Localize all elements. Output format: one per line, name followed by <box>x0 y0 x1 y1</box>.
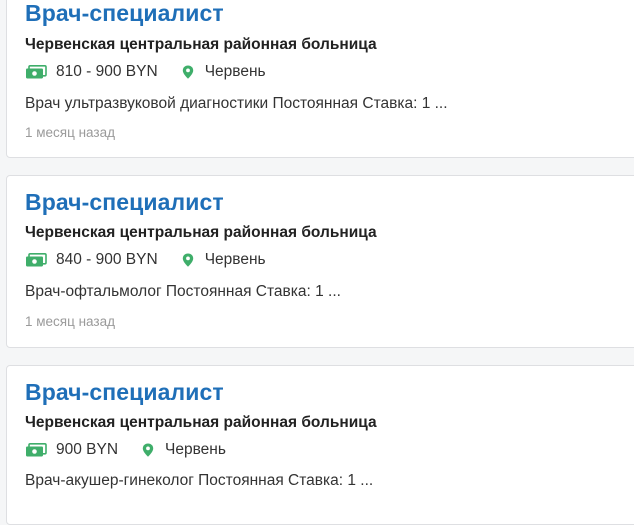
money-icon <box>26 65 47 79</box>
job-card[interactable]: Врач-специалист Червенская центральная р… <box>6 365 634 525</box>
job-meta: 900 BYN Червень <box>25 441 226 459</box>
job-title-link[interactable]: Врач-специалист <box>25 189 224 216</box>
job-card[interactable]: Врач-специалист Червенская центральная р… <box>6 175 634 348</box>
map-pin-icon <box>142 443 154 457</box>
salary: 810 - 900 BYN <box>56 63 158 80</box>
money-icon <box>26 443 47 457</box>
location: Червень <box>204 63 266 80</box>
company-name: Червенская центральная районная больница <box>25 224 377 241</box>
job-meta: 840 - 900 BYN Червень <box>25 251 266 269</box>
posted-time: 1 месяц назад <box>25 314 115 329</box>
map-pin-icon <box>182 253 193 267</box>
location: Червень <box>204 251 266 268</box>
job-card[interactable]: Врач-специалист Червенская центральная р… <box>6 0 634 158</box>
job-meta: 810 - 900 BYN Червень <box>25 63 266 81</box>
map-pin-icon <box>182 65 193 79</box>
company-name: Червенская центральная районная больница <box>25 414 377 431</box>
salary: 900 BYN <box>56 441 119 458</box>
job-description: Врач-акушер-гинеколог Постоянная Ставка:… <box>25 472 374 489</box>
company-name: Червенская центральная районная больница <box>25 36 377 53</box>
job-description: Врач ультразвуковой диагностики Постоянн… <box>25 95 448 112</box>
posted-time: 1 месяц назад <box>25 125 115 140</box>
job-title-link[interactable]: Врач-специалист <box>25 379 224 406</box>
job-description: Врач-офтальмолог Постоянная Ставка: 1 ..… <box>25 283 341 300</box>
job-title-link[interactable]: Врач-специалист <box>25 0 224 27</box>
location: Червень <box>165 441 226 458</box>
salary: 840 - 900 BYN <box>56 251 158 268</box>
money-icon <box>26 253 47 267</box>
